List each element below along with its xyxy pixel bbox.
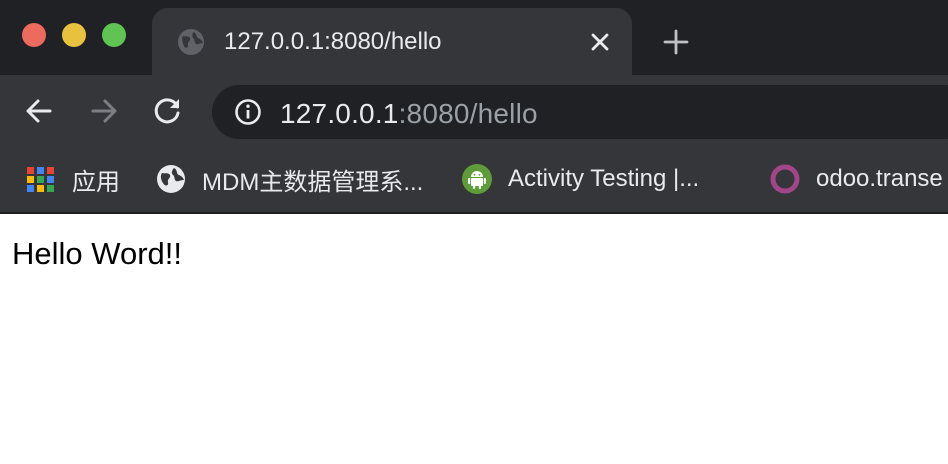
browser-toolbar: 127.0.0.1:8080/hello — [0, 75, 948, 147]
url-host: 127.0.0.1 — [280, 98, 399, 129]
tab-strip: 127.0.0.1:8080/hello — [0, 0, 948, 75]
android-icon — [462, 164, 492, 194]
back-button[interactable] — [20, 92, 58, 130]
window-zoom-button[interactable] — [102, 23, 126, 47]
window-close-button[interactable] — [22, 23, 46, 47]
bookmarks-bar: 应用 MDM主数据管理系... Activity Testing |... od… — [0, 147, 948, 214]
bookmark-mdm[interactable]: MDM主数据管理系... — [156, 161, 423, 197]
arrow-left-icon — [26, 99, 52, 123]
bookmark-label: Activity Testing |... — [508, 165, 700, 192]
bookmark-activity-testing[interactable]: Activity Testing |... — [462, 161, 699, 197]
window-minimize-button[interactable] — [62, 23, 86, 47]
url-path: :8080/hello — [398, 98, 538, 129]
bookmark-label: odoo.transe — [816, 165, 943, 192]
reload-icon — [154, 98, 180, 124]
bookmark-apps[interactable]: 应用 — [26, 161, 120, 197]
tab-close-button[interactable] — [584, 26, 616, 58]
reload-button[interactable] — [149, 92, 187, 130]
new-tab-button[interactable] — [656, 26, 696, 58]
close-icon — [591, 33, 609, 51]
forward-button[interactable] — [85, 92, 123, 130]
apps-grid-icon — [27, 167, 54, 192]
info-icon[interactable] — [234, 98, 262, 126]
address-bar[interactable]: 127.0.0.1:8080/hello — [212, 85, 948, 139]
bookmark-label: MDM主数据管理系... — [202, 168, 424, 196]
plus-icon — [663, 29, 689, 55]
tab-active[interactable]: 127.0.0.1:8080/hello — [152, 8, 632, 75]
url-text[interactable]: 127.0.0.1:8080/hello — [280, 98, 538, 130]
arrow-right-icon — [91, 99, 117, 123]
page-content: Hello Word!! — [0, 214, 948, 464]
globe-icon — [157, 165, 185, 193]
page-body-text: Hello Word!! — [12, 236, 182, 271]
tab-title: 127.0.0.1:8080/hello — [224, 28, 442, 55]
globe-icon — [178, 29, 204, 55]
bookmark-odoo[interactable]: odoo.transe — [770, 161, 943, 197]
bookmark-label: 应用 — [72, 168, 120, 196]
odoo-icon — [770, 164, 800, 194]
